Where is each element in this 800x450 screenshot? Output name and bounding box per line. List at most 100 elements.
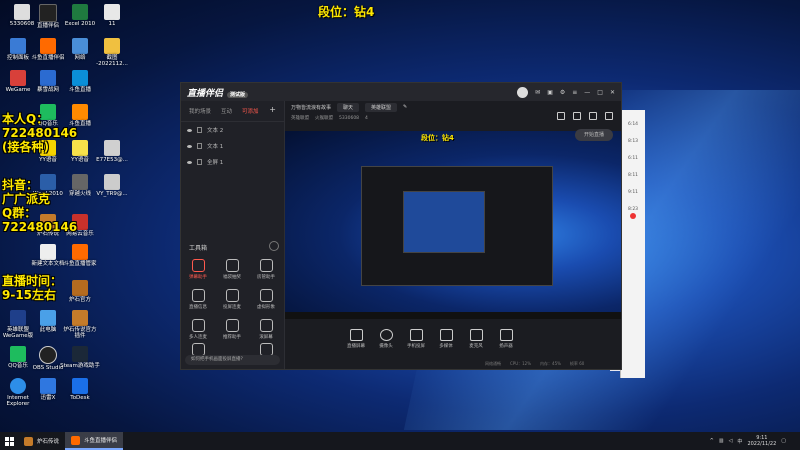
- obs-icon: [39, 346, 57, 364]
- excel-icon: [72, 4, 88, 20]
- menu-icon[interactable]: ≡: [572, 89, 577, 96]
- desktop-icon-hs-plugin[interactable]: 炉石传说官方 插件: [60, 310, 100, 339]
- chart-icon[interactable]: [573, 112, 581, 120]
- live-companion-icon: [39, 4, 57, 22]
- stream-preview[interactable]: 段位：钻4: [285, 131, 621, 319]
- eye-icon[interactable]: [187, 128, 192, 132]
- scene-item[interactable]: 全屏 1: [181, 154, 284, 170]
- hearthstone-icon: [24, 436, 33, 446]
- eye-icon[interactable]: [187, 144, 192, 148]
- side-item[interactable]: 6:11: [621, 156, 645, 161]
- desktop-icon-steam[interactable]: Steam游戏助手: [60, 346, 100, 369]
- tab-interact[interactable]: 互动: [221, 107, 232, 115]
- tool-lucky-bag[interactable]: 福袋抽奖: [217, 259, 247, 280]
- maximize-icon[interactable]: □: [597, 89, 603, 96]
- chevron-up-icon[interactable]: ^: [710, 438, 714, 444]
- live-companion-window[interactable]: 直播伴侣 测试版 ✉ ▣ ⚙ ≡ — □ ✕ 我的场景 互动 可添加 + 文本 2…: [180, 82, 622, 370]
- task-hearthstone[interactable]: 炉石传说: [18, 432, 65, 450]
- cast-icon: [225, 289, 239, 302]
- collapse-icon[interactable]: [269, 241, 279, 251]
- gift-icon[interactable]: ▣: [547, 89, 553, 96]
- task-douyu-companion[interactable]: 斗鱼直播伴侣: [65, 432, 124, 450]
- phone-cast-button[interactable]: 手机投屏: [401, 329, 431, 349]
- side-chat-panel[interactable]: 6:14 8:13 6:11 8:11 9:11 8:23: [620, 110, 645, 378]
- volume-icon[interactable]: ◁: [729, 438, 733, 444]
- start-button[interactable]: [0, 436, 18, 446]
- settings-icon[interactable]: ⚙: [560, 89, 565, 96]
- desktop-icon-douyu-helper[interactable]: 斗鱼直播管家: [60, 244, 100, 267]
- preview-toolbar: [557, 112, 613, 120]
- start-live-button[interactable]: 开始直播: [575, 129, 613, 141]
- wegame-icon: [10, 70, 26, 86]
- scene-tabs: 我的场景 互动 可添加 +: [181, 101, 284, 122]
- computer-icon: [40, 310, 56, 326]
- tool-room-admin[interactable]: 房管助手: [251, 259, 281, 280]
- tool-avatar[interactable]: 虚拟形象: [251, 289, 281, 310]
- minimize-icon[interactable]: —: [584, 89, 590, 96]
- edit-icon[interactable]: ✎: [403, 104, 407, 110]
- desktop-icon-zip[interactable]: E77E53@...: [92, 140, 132, 163]
- clock[interactable]: 9:11 2022/11/22: [747, 435, 776, 447]
- side-item[interactable]: 6:14: [621, 122, 645, 127]
- promo-qq-text: 本人Q： 722480146 (接各种): [2, 112, 78, 154]
- folder-icon: [104, 38, 120, 54]
- lock-icon[interactable]: [197, 159, 202, 165]
- screen-capture-button[interactable]: 直播屏幕: [341, 329, 371, 349]
- tool-live-info[interactable]: 直播信息: [183, 289, 213, 310]
- tab-addable[interactable]: 可添加: [242, 107, 259, 115]
- avatar[interactable]: [517, 86, 529, 98]
- network-icon[interactable]: ▥: [719, 438, 724, 444]
- tool-recommend[interactable]: 推荐助手: [217, 319, 247, 340]
- side-item[interactable]: 8:13: [621, 139, 645, 144]
- desktop-icon-todesk[interactable]: ToDesk: [60, 378, 100, 401]
- desktop-icon-folder-11[interactable]: 11: [92, 4, 132, 27]
- viewer-count: 4: [365, 115, 368, 121]
- media-button[interactable]: 多媒体: [431, 329, 461, 349]
- tab-my-scenes[interactable]: 我的场景: [189, 107, 211, 115]
- game-chip[interactable]: 英雄联盟: [365, 102, 398, 112]
- microphone-icon: [469, 329, 483, 341]
- close-icon[interactable]: ✕: [610, 89, 615, 96]
- battlenet-icon: [40, 70, 56, 86]
- add-scene-icon[interactable]: +: [269, 106, 276, 115]
- bell-icon[interactable]: [589, 112, 597, 120]
- rank-overlay: 段位：钻4: [318, 5, 375, 19]
- eye-icon[interactable]: [187, 160, 192, 164]
- window-titlebar[interactable]: 直播伴侣 测试版 ✉ ▣ ⚙ ≡ — □ ✕: [181, 83, 621, 101]
- scene-item[interactable]: 文本 1: [181, 138, 284, 154]
- scroll-icon: [259, 319, 273, 332]
- scene-panel: 我的场景 互动 可添加 + 文本 2 文本 1 全屏 1 工具箱 弹幕助手 福袋…: [181, 101, 285, 369]
- gift-tool-icon[interactable]: [557, 112, 565, 120]
- message-icon[interactable]: ✉: [535, 89, 540, 96]
- category-chip[interactable]: 聊天: [337, 102, 360, 112]
- scene-item[interactable]: 文本 2: [181, 122, 284, 138]
- lucky-bag-icon: [225, 259, 239, 272]
- tool-scroll[interactable]: 滚屏幕: [251, 319, 281, 340]
- lol-icon: [10, 310, 26, 326]
- lock-icon[interactable]: [197, 127, 202, 133]
- notification-icon[interactable]: ▢: [781, 438, 786, 444]
- share-icon[interactable]: [605, 112, 613, 120]
- qq-music-icon: [10, 346, 26, 362]
- lock-icon[interactable]: [197, 143, 202, 149]
- steam-icon: [72, 346, 88, 362]
- ime-icon[interactable]: 中: [737, 438, 742, 445]
- speaker-button[interactable]: 扬声器: [491, 329, 521, 349]
- tool-danmu[interactable]: 弹幕助手: [183, 259, 213, 280]
- monitor-icon: [349, 329, 363, 341]
- side-item[interactable]: 8:23: [621, 207, 645, 212]
- plugin-icon: [72, 310, 88, 326]
- tool-multi-mic[interactable]: 多人连麦: [183, 319, 213, 340]
- desktop-icon-vm-file[interactable]: VY_TR9@...: [92, 174, 132, 197]
- microphone-button[interactable]: 麦克风: [461, 329, 491, 349]
- stream-title[interactable]: 万物皆流浪有故事: [291, 104, 331, 111]
- cast-hint-link[interactable]: 如何把手机画面投屏直播?: [185, 355, 280, 365]
- desktop-icon-screenshot-folder[interactable]: 截图 -2022112...: [92, 38, 132, 67]
- desktop-icon-douyu-app[interactable]: 斗鱼直播: [60, 70, 100, 93]
- side-item[interactable]: 9:11: [621, 190, 645, 195]
- side-item[interactable]: 8:11: [621, 173, 645, 178]
- camera-button[interactable]: 摄像头: [371, 329, 401, 349]
- avatar-icon: [259, 289, 273, 302]
- tool-cast[interactable]: 投屏连麦: [217, 289, 247, 310]
- desktop-icon-hs-official[interactable]: 炉石官方: [60, 280, 100, 303]
